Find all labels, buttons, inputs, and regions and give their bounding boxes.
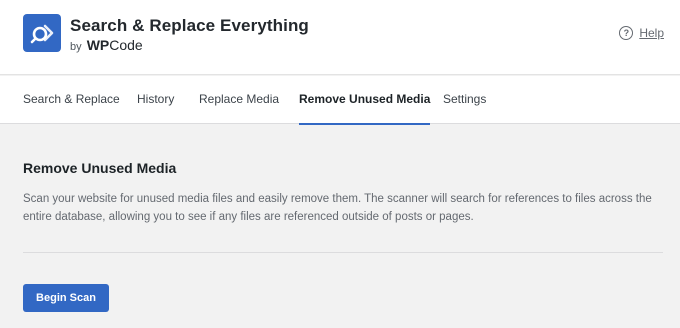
section-description: Scan your website for unused media files… (23, 193, 652, 223)
byline: by WPCode (70, 37, 143, 53)
tab-search-replace[interactable]: Search & Replace (23, 76, 120, 124)
wpcode-brand: WPCode (87, 37, 143, 53)
help-link[interactable]: ? Help (619, 26, 664, 40)
tab-replace-media[interactable]: Replace Media (199, 76, 279, 124)
tab-remove-unused-media[interactable]: Remove Unused Media (299, 76, 431, 125)
byline-prefix: by (70, 41, 82, 53)
section-title: Remove Unused Media (23, 160, 177, 176)
brand-code: Code (109, 37, 143, 53)
help-label[interactable]: Help (639, 26, 664, 40)
tab-bar: Search & Replace History Replace Media R… (0, 76, 680, 125)
app-header: Search & Replace Everything by WPCode ? … (0, 0, 680, 75)
divider (23, 252, 663, 253)
brand-wp: WP (86, 37, 110, 53)
help-circle-icon: ? (619, 26, 634, 40)
begin-scan-button[interactable]: Begin Scan (23, 284, 109, 312)
search-replace-logo-icon (23, 14, 61, 52)
tab-settings[interactable]: Settings (443, 76, 486, 124)
app-title: Search & Replace Everything (70, 16, 309, 35)
tab-history[interactable]: History (137, 76, 174, 124)
